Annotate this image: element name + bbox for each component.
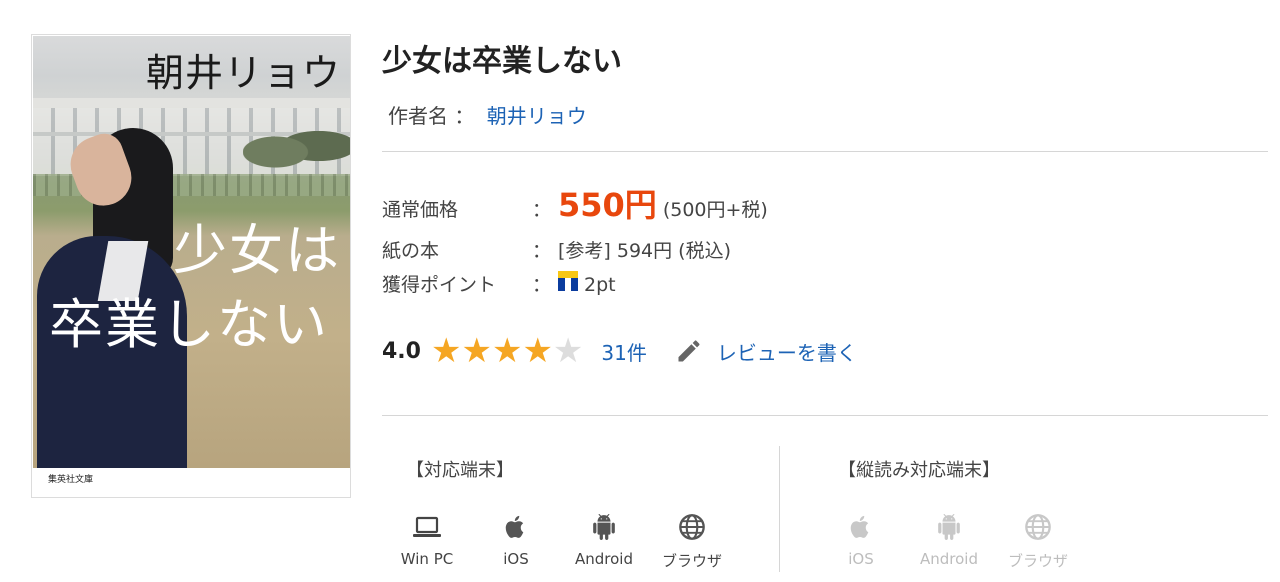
device-ios: iOS (476, 512, 556, 568)
device-label: ブラウザ (661, 552, 722, 570)
paper-price-row: 紙の本 ： [参考] 594円 (税込) (382, 236, 731, 263)
device-win-pc: Win PC (387, 512, 467, 568)
device-browser: ブラウザ (652, 512, 732, 571)
device-label: Android (575, 550, 633, 568)
regular-price: 550円 (558, 186, 657, 224)
rating-score: 4.0 (382, 338, 421, 364)
vertical-device-ios: iOS (821, 512, 901, 568)
apple-icon (505, 515, 524, 538)
device-android: Android (564, 512, 644, 568)
vertical-device-android: Android (909, 512, 989, 568)
star-icon: ★ (430, 331, 462, 371)
globe-icon (1025, 514, 1051, 540)
author-label: 作者名 ： (388, 104, 475, 128)
cover-title-line1: 少女は (173, 219, 341, 282)
cover-title-line2: 卒業しない (49, 293, 329, 356)
device-label: Win PC (400, 550, 454, 568)
points-row: 獲得ポイント ： 2pt (382, 270, 616, 297)
star-icon: ★ (491, 331, 523, 371)
cover-publisher: 集英社文庫 (48, 475, 94, 485)
regular-price-label: 通常価格 (382, 199, 459, 221)
points-label: 獲得ポイント (382, 274, 497, 296)
star-icon: ★ (522, 331, 553, 371)
devices-section: 【対応端末】 Win PC iOS Android ブラウザ (382, 446, 778, 582)
price-colon: ： (532, 199, 552, 221)
device-label: ブラウザ (1007, 552, 1068, 570)
regular-tax-note: (500円+税) (662, 199, 768, 221)
devices-label: 【対応端末】 (406, 460, 514, 481)
points-value: 2pt (584, 274, 616, 296)
globe-icon (679, 514, 705, 540)
device-label: Android (920, 550, 978, 568)
regular-price-row: 通常価格 ： 550円 (500円+税) (382, 180, 768, 226)
write-review-link[interactable]: レビューを書く (717, 337, 857, 366)
device-label: iOS (848, 550, 874, 568)
rating-stars: ★ ★ ★ ★ ★ (431, 334, 583, 368)
apple-icon (850, 515, 869, 538)
cover-trees (243, 116, 350, 176)
device-label: iOS (503, 550, 529, 568)
android-icon (593, 514, 615, 540)
price-colon: ： (532, 274, 552, 296)
review-count-link[interactable]: 31件 (601, 337, 646, 366)
pencil-icon[interactable] (675, 337, 703, 365)
star-empty-icon: ★ (552, 331, 584, 371)
cover-author: 朝井リョウ (145, 51, 341, 95)
android-icon (938, 514, 960, 540)
rating-row: 4.0 ★ ★ ★ ★ ★ 31件 レビューを書く (382, 334, 857, 368)
tpoint-icon (558, 271, 578, 291)
laptop-icon (413, 516, 441, 537)
author-link[interactable]: 朝井リョウ (487, 104, 587, 128)
vertical-device-browser: ブラウザ (998, 512, 1078, 571)
vertical-devices-section: 【縦読み対応端末】 iOS Android ブラウザ (780, 446, 1268, 582)
book-cover[interactable]: 朝井リョウ 少女は 卒業しない 集英社文庫 (31, 34, 351, 498)
author-row: 作者名 ： 朝井リョウ (388, 100, 587, 129)
paper-price-label: 紙の本 (382, 240, 440, 262)
divider-bottom (382, 415, 1268, 416)
cover-photo: 朝井リョウ 少女は 卒業しない (33, 36, 350, 468)
star-icon: ★ (461, 331, 492, 371)
vertical-devices-label: 【縦読み対応端末】 (838, 460, 1000, 481)
paper-price: [参考] 594円 (税込) (558, 240, 731, 262)
divider-top (382, 151, 1268, 152)
book-title: 少女は卒業しない (382, 44, 622, 79)
price-colon: ： (532, 240, 552, 262)
